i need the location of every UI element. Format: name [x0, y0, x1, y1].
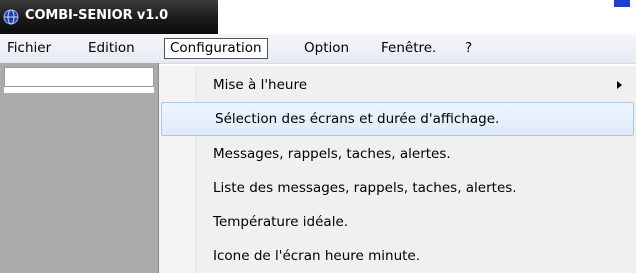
blue-corner-fragment — [614, 0, 630, 7]
menu-configuration[interactable]: Configuration — [164, 38, 268, 59]
side-white-strip — [4, 87, 154, 93]
menu-item-messages[interactable]: Messages, rappels, taches, alertes. — [159, 137, 636, 171]
menu-edition[interactable]: Edition — [83, 38, 140, 59]
menu-item-mise-a-l-heure[interactable]: Mise à l'heure — [159, 68, 636, 102]
menu-item-icone-ecran[interactable]: Icone de l'écran heure minute. — [159, 239, 636, 273]
menu-item-label: Liste des messages, rappels, taches, ale… — [213, 180, 517, 196]
menu-item-label: Mise à l'heure — [213, 77, 308, 93]
window-title: COMBI-SENIOR v1.0 — [25, 8, 169, 23]
configuration-dropdown: Mise à l'heure Sélection des écrans et d… — [159, 66, 636, 273]
menu-fichier[interactable]: Fichier — [2, 38, 56, 59]
menu-help[interactable]: ? — [460, 38, 477, 59]
submenu-arrow-icon — [617, 81, 622, 89]
menu-item-label: Icone de l'écran heure minute. — [213, 248, 421, 264]
menu-item-temperature[interactable]: Température idéale. — [159, 205, 636, 239]
menu-item-label: Sélection des écrans et durée d'affichag… — [215, 111, 500, 127]
side-panel — [0, 63, 159, 273]
menu-item-liste-messages[interactable]: Liste des messages, rappels, taches, ale… — [159, 171, 636, 205]
menu-fenetre[interactable]: Fenêtre. — [376, 38, 441, 59]
title-bar: COMBI-SENIOR v1.0 — [0, 0, 636, 34]
menu-bar: Fichier Edition Configuration Option Fen… — [0, 34, 636, 64]
menu-item-label: Température idéale. — [213, 214, 349, 230]
menu-item-selection-ecrans[interactable]: Sélection des écrans et durée d'affichag… — [161, 102, 634, 136]
menu-item-label: Messages, rappels, taches, alertes. — [213, 146, 451, 162]
menu-option[interactable]: Option — [299, 38, 354, 59]
title-bar-background: COMBI-SENIOR v1.0 — [0, 0, 218, 34]
side-input-field[interactable] — [4, 67, 154, 87]
globe-icon[interactable] — [3, 9, 19, 25]
